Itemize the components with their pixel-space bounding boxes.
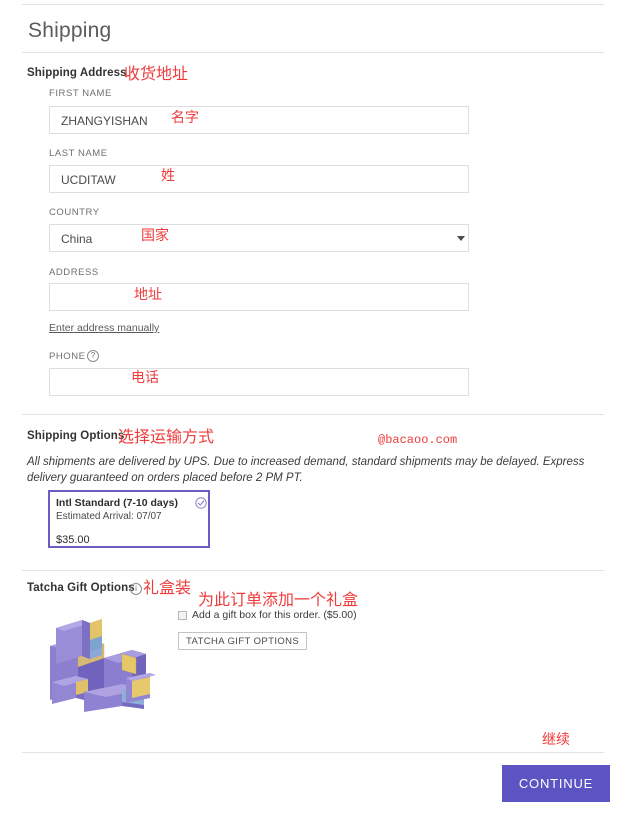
last-name-value: UCDITAW xyxy=(61,173,116,187)
annotation-continue: 继续 xyxy=(542,732,570,748)
header-bottom-divider xyxy=(22,52,604,53)
annotation-country: 国家 xyxy=(141,228,169,244)
gift-boxes-image xyxy=(26,606,158,714)
section-divider-shipping-options xyxy=(22,414,604,415)
annotation-address: 地址 xyxy=(134,287,162,303)
gift-box-checkbox-label[interactable]: Add a gift box for this order. ($5.00) xyxy=(192,609,357,621)
enter-address-manually-link[interactable]: Enter address manually xyxy=(49,322,159,334)
question-icon[interactable]: ? xyxy=(87,350,99,362)
gift-options-heading: Tatcha Gift Options xyxy=(27,582,135,594)
first-name-label: FIRST NAME xyxy=(49,88,112,99)
shipping-address-heading: Shipping Address xyxy=(27,67,127,79)
chevron-down-icon[interactable] xyxy=(457,236,465,241)
shipping-option-price: $35.00 xyxy=(56,534,90,546)
watermark: @bacaoo.com xyxy=(378,433,458,447)
info-icon[interactable]: i xyxy=(130,583,142,595)
shipping-option-title: Intl Standard (7-10 days) xyxy=(56,497,178,509)
address-input[interactable] xyxy=(49,283,469,311)
annotation-shipping-options: 选择运输方式 xyxy=(118,427,215,446)
checkout-shipping-page: Shipping Shipping Address 收货地址 FIRST NAM… xyxy=(0,0,626,815)
shipping-note: All shipments are delivered by UPS. Due … xyxy=(27,456,585,484)
address-label: ADDRESS xyxy=(49,267,99,278)
first-name-value: ZHANGYISHAN xyxy=(61,114,148,128)
footer-divider xyxy=(22,752,604,753)
page-title: Shipping xyxy=(28,19,112,42)
annotation-phone: 电话 xyxy=(131,370,159,386)
shipping-option-eta: Estimated Arrival: 07/07 xyxy=(56,511,162,522)
phone-input[interactable] xyxy=(49,368,469,396)
annotation-gift-options: 礼盒装 xyxy=(143,578,192,597)
tatcha-gift-options-button[interactable]: TATCHA GIFT OPTIONS xyxy=(178,632,308,650)
shipping-options-heading: Shipping Options xyxy=(27,430,125,442)
country-value: China xyxy=(61,232,93,246)
annotation-last-name: 姓 xyxy=(161,168,175,184)
continue-button[interactable]: CONTINUE xyxy=(502,765,610,802)
gift-box-checkbox[interactable] xyxy=(178,611,187,620)
phone-label: PHONE xyxy=(49,351,86,362)
header-top-divider xyxy=(22,4,604,5)
check-circle-icon xyxy=(195,496,207,509)
annotation-add-gift-box: 为此订单添加一个礼盒 xyxy=(198,590,359,609)
section-divider-gift-options xyxy=(22,570,604,571)
country-label: COUNTRY xyxy=(49,207,100,218)
country-select[interactable] xyxy=(49,224,469,252)
last-name-label: LAST NAME xyxy=(49,148,108,159)
annotation-first-name: 名字 xyxy=(171,110,199,126)
annotation-shipping-address: 收货地址 xyxy=(124,64,189,83)
